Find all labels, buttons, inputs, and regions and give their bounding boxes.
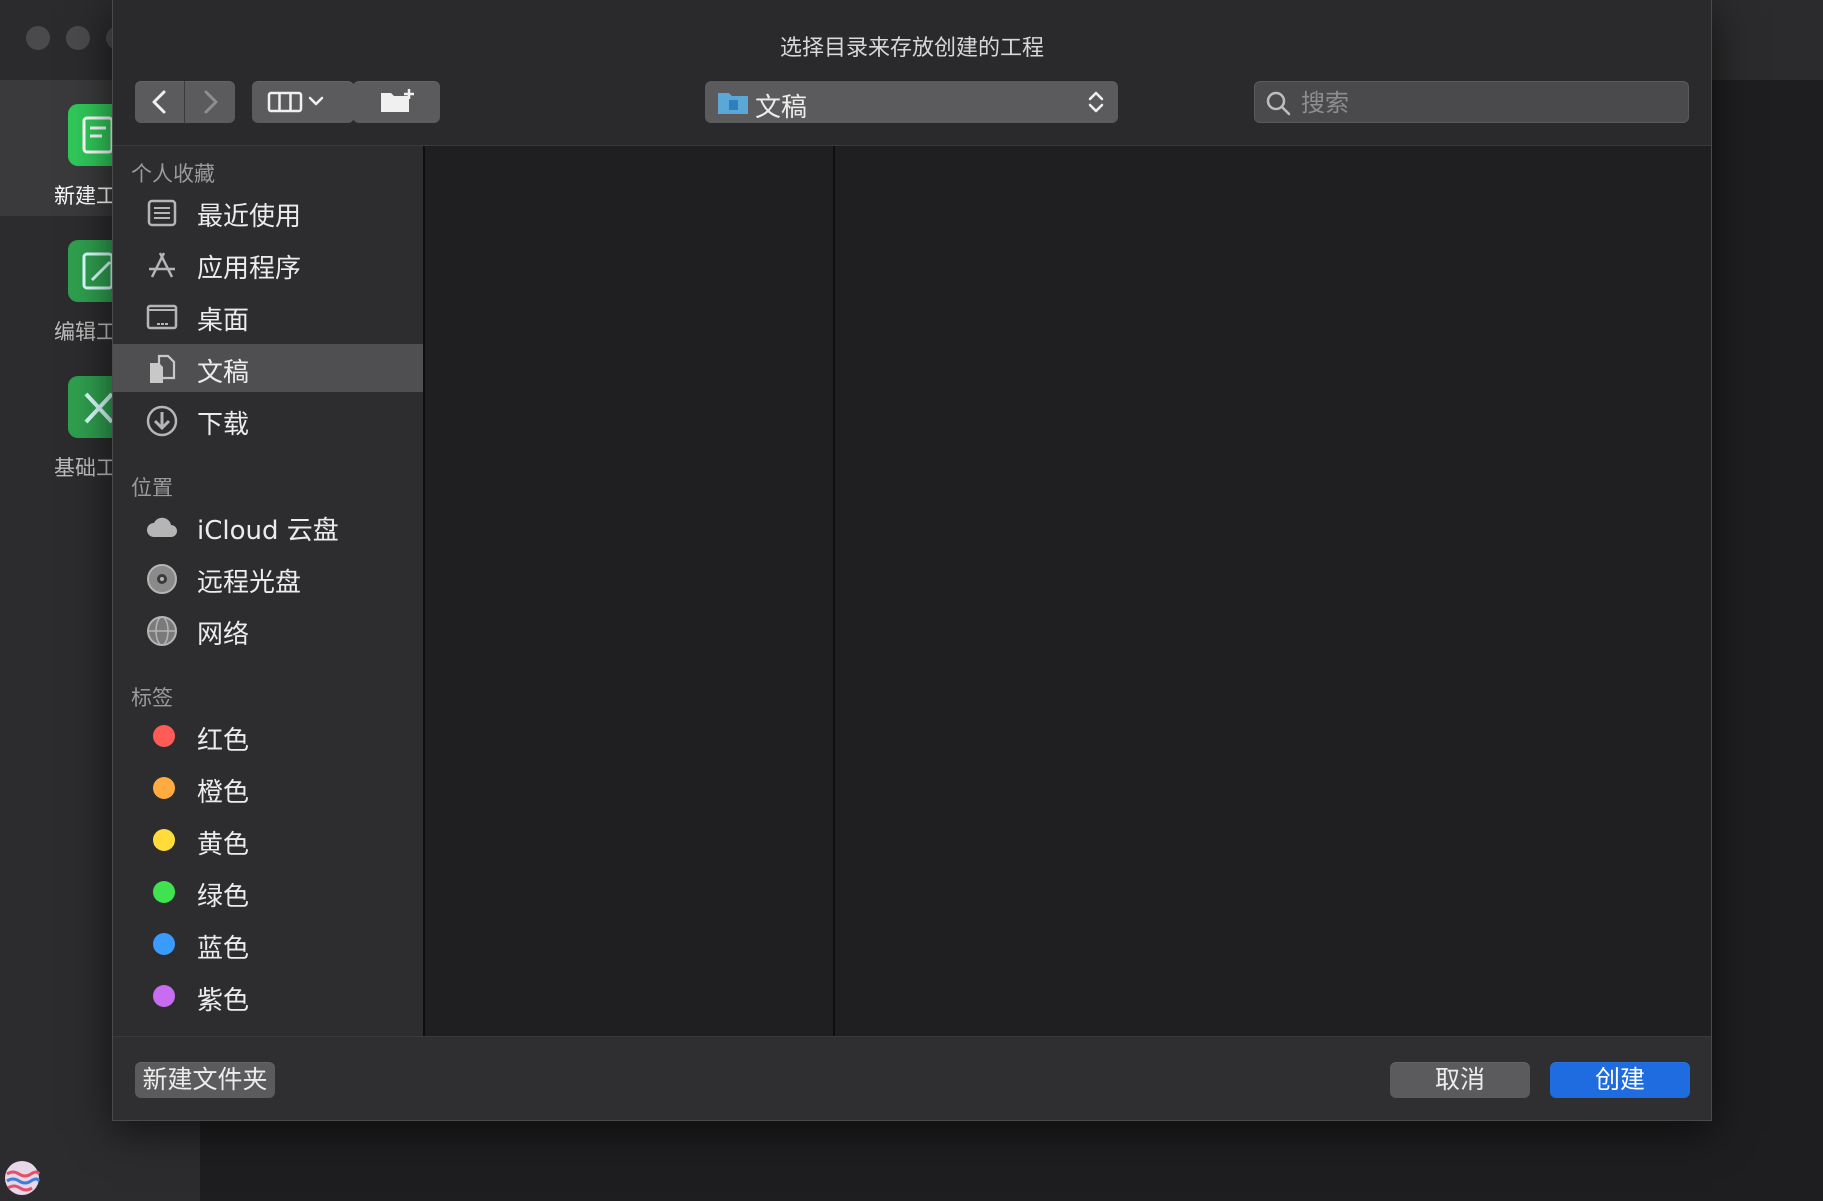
new-project-tool-label: 新建工: [54, 184, 117, 208]
back-forward-control: [135, 81, 235, 123]
sidebar-item-label: 应用程序: [197, 254, 302, 284]
red-tag-icon: [153, 725, 175, 747]
chevron-left-icon: [152, 90, 166, 114]
sidebar-tag-green[interactable]: 绿色: [113, 868, 423, 916]
minimize-window-button[interactable]: [66, 26, 90, 50]
sidebar-item-remote-disc[interactable]: 远程光盘: [113, 554, 423, 602]
applications-icon: [149, 252, 175, 278]
create-button[interactable]: 创建: [1550, 1062, 1690, 1098]
downloads-icon: [146, 405, 178, 437]
sidebar-tag-purple[interactable]: 紫色: [113, 972, 423, 1020]
sidebar-item-label: 紫色: [197, 986, 250, 1016]
search-field[interactable]: [1254, 81, 1689, 123]
green-tag-icon: [153, 881, 175, 903]
avatar[interactable]: [4, 1160, 40, 1196]
edit-project-tool-label: 编辑工: [54, 320, 117, 344]
forward-button[interactable]: [185, 81, 235, 123]
sidebar: 个人收藏 最近使用 应用程序 桌面 文稿 下载 位置 iCloud 云盘 远程光…: [113, 146, 423, 1036]
choose-directory-dialog: 选择目录来存放创建的工程 文稿 搜索 个人收藏 最近使用 应用程序 桌面 文稿 …: [112, 0, 1712, 1121]
documents-folder-icon: [718, 93, 748, 114]
remote-disc-icon: [147, 564, 177, 594]
browser-column-2[interactable]: [833, 146, 1711, 1036]
view-mode-button[interactable]: [252, 81, 354, 123]
documents-icon: [150, 354, 176, 383]
sidebar-item-label: 红色: [197, 726, 250, 756]
sidebar-item-label: 下载: [197, 410, 250, 440]
sidebar-item-label: 文稿: [197, 358, 250, 388]
new-folder-toolbar-button[interactable]: [353, 81, 440, 123]
purple-tag-icon: [153, 985, 175, 1007]
tags-section-header: 标签: [131, 686, 173, 710]
location-popup[interactable]: 文稿: [705, 81, 1118, 123]
sidebar-item-label: iCloud 云盘: [197, 516, 339, 546]
orange-tag-icon: [153, 777, 175, 799]
sidebar-item-label: 绿色: [197, 882, 250, 912]
sidebar-item-downloads[interactable]: 下载: [113, 396, 423, 444]
close-window-button[interactable]: [26, 26, 50, 50]
sidebar-tag-orange[interactable]: 橙色: [113, 764, 423, 812]
sidebar-item-recents[interactable]: 最近使用: [113, 188, 423, 236]
sidebar-tag-yellow[interactable]: 黄色: [113, 816, 423, 864]
sidebar-tag-red[interactable]: 红色: [113, 712, 423, 760]
sidebar-item-label: 蓝色: [197, 934, 250, 964]
yellow-tag-icon: [153, 829, 175, 851]
sidebar-item-desktop[interactable]: 桌面: [113, 292, 423, 340]
search-icon: [1266, 91, 1291, 116]
dialog-footer: 新建文件夹 取消 创建: [113, 1036, 1711, 1120]
sidebar-item-network[interactable]: 网络: [113, 606, 423, 654]
sidebar-item-label: 橙色: [197, 778, 250, 808]
blue-tag-icon: [153, 933, 175, 955]
basic-tools-tool-label: 基础工: [54, 456, 117, 480]
sidebar-item-label: 远程光盘: [197, 568, 302, 598]
dialog-title: 选择目录来存放创建的工程: [779, 36, 1044, 61]
search-input[interactable]: [1299, 85, 1683, 121]
sidebar-item-label: 黄色: [197, 830, 250, 860]
back-button[interactable]: [135, 81, 184, 123]
updown-chevron-icon: [1088, 91, 1104, 113]
icloud-icon: [147, 517, 177, 537]
sidebar-item-label: 网络: [197, 620, 250, 650]
location-popup-label: 文稿: [755, 93, 808, 123]
network-icon: [147, 616, 177, 646]
sidebar-item-icloud[interactable]: iCloud 云盘: [113, 502, 423, 550]
cancel-button[interactable]: 取消: [1390, 1062, 1530, 1098]
desktop-icon: [146, 304, 178, 330]
new-folder-icon: [381, 89, 414, 112]
recents-icon: [147, 199, 177, 227]
column-view-icon: [267, 91, 324, 113]
sidebar-item-documents[interactable]: 文稿: [113, 344, 423, 392]
new-folder-button[interactable]: 新建文件夹: [135, 1062, 275, 1098]
sidebar-item-label: 最近使用: [197, 202, 302, 232]
browser-column-1[interactable]: [423, 146, 833, 1036]
sidebar-tag-blue[interactable]: 蓝色: [113, 920, 423, 968]
sidebar-item-applications[interactable]: 应用程序: [113, 240, 423, 288]
favorites-section-header: 个人收藏: [131, 162, 215, 186]
locations-section-header: 位置: [131, 476, 173, 500]
sidebar-item-label: 桌面: [197, 306, 250, 336]
chevron-right-icon: [204, 90, 218, 114]
